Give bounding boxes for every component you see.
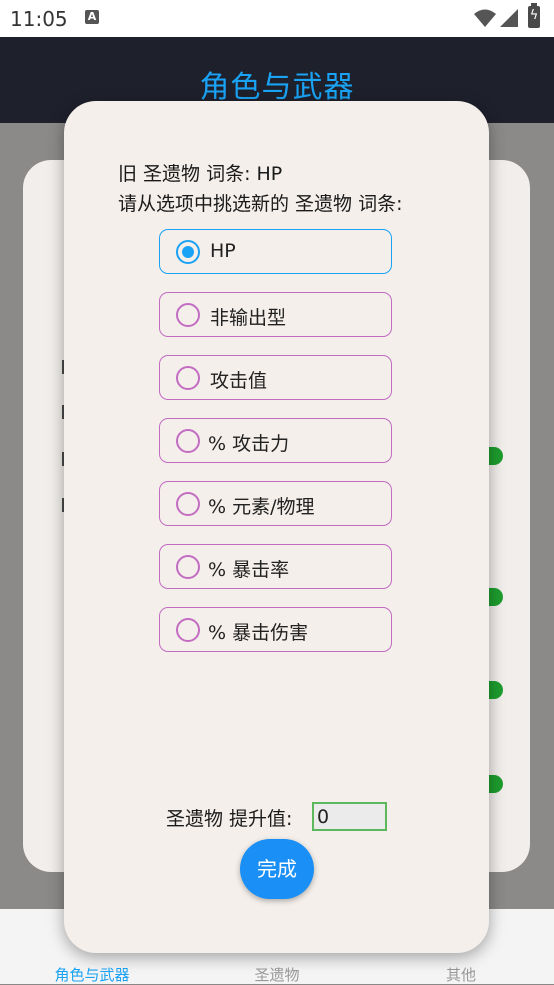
notification-a-icon: A (85, 10, 99, 24)
option-label: 非输出型 (210, 307, 287, 329)
radio-unselected-icon[interactable] (176, 429, 200, 453)
option-attack-value[interactable]: 攻击值 (159, 355, 392, 400)
radio-unselected-icon[interactable] (176, 366, 200, 390)
status-bar: 11:05 A ϟ (0, 0, 554, 37)
signal-icon (500, 9, 518, 27)
option-label: % 攻击力 (208, 433, 290, 455)
wifi-icon (474, 9, 496, 27)
boost-value-label: 圣遗物 提升值: (166, 808, 293, 830)
option-attack-percent[interactable]: % 攻击力 (159, 418, 392, 463)
radio-unselected-icon[interactable] (176, 618, 200, 642)
old-affix-text: 旧 圣遗物 词条: HP (118, 163, 283, 185)
boost-value-input[interactable] (312, 802, 387, 831)
artifact-affix-dialog: 旧 圣遗物 词条: HP 请从选项中挑选新的 圣遗物 词条: HP 非输出型 攻… (64, 101, 489, 953)
radio-selected-icon[interactable] (176, 240, 200, 264)
option-crit-rate[interactable]: % 暴击率 (159, 544, 392, 589)
app-title: 角色与武器 (199, 70, 355, 105)
done-button[interactable]: 完成 (240, 839, 314, 899)
battery-icon: ϟ (528, 3, 540, 28)
radio-unselected-icon[interactable] (176, 555, 200, 579)
status-time: 11:05 (10, 7, 68, 31)
option-crit-damage[interactable]: % 暴击伤害 (159, 607, 392, 652)
option-label: 攻击值 (210, 370, 268, 392)
nav-item-artifacts[interactable]: 圣遗物 (217, 964, 337, 985)
option-label: % 暴击率 (208, 559, 290, 581)
option-label: % 元素/物理 (208, 496, 315, 518)
radio-unselected-icon[interactable] (176, 492, 200, 516)
nav-item-characters-weapons[interactable]: 角色与武器 (32, 964, 152, 985)
select-prompt-text: 请从选项中挑选新的 圣遗物 词条: (118, 193, 403, 215)
option-label: HP (210, 240, 236, 262)
radio-unselected-icon[interactable] (176, 303, 200, 327)
nav-item-others[interactable]: 其他 (401, 964, 521, 985)
option-hp[interactable]: HP (159, 229, 392, 274)
option-label: % 暴击伤害 (208, 622, 309, 644)
option-elemental-physical[interactable]: % 元素/物理 (159, 481, 392, 526)
option-non-damage[interactable]: 非输出型 (159, 292, 392, 337)
